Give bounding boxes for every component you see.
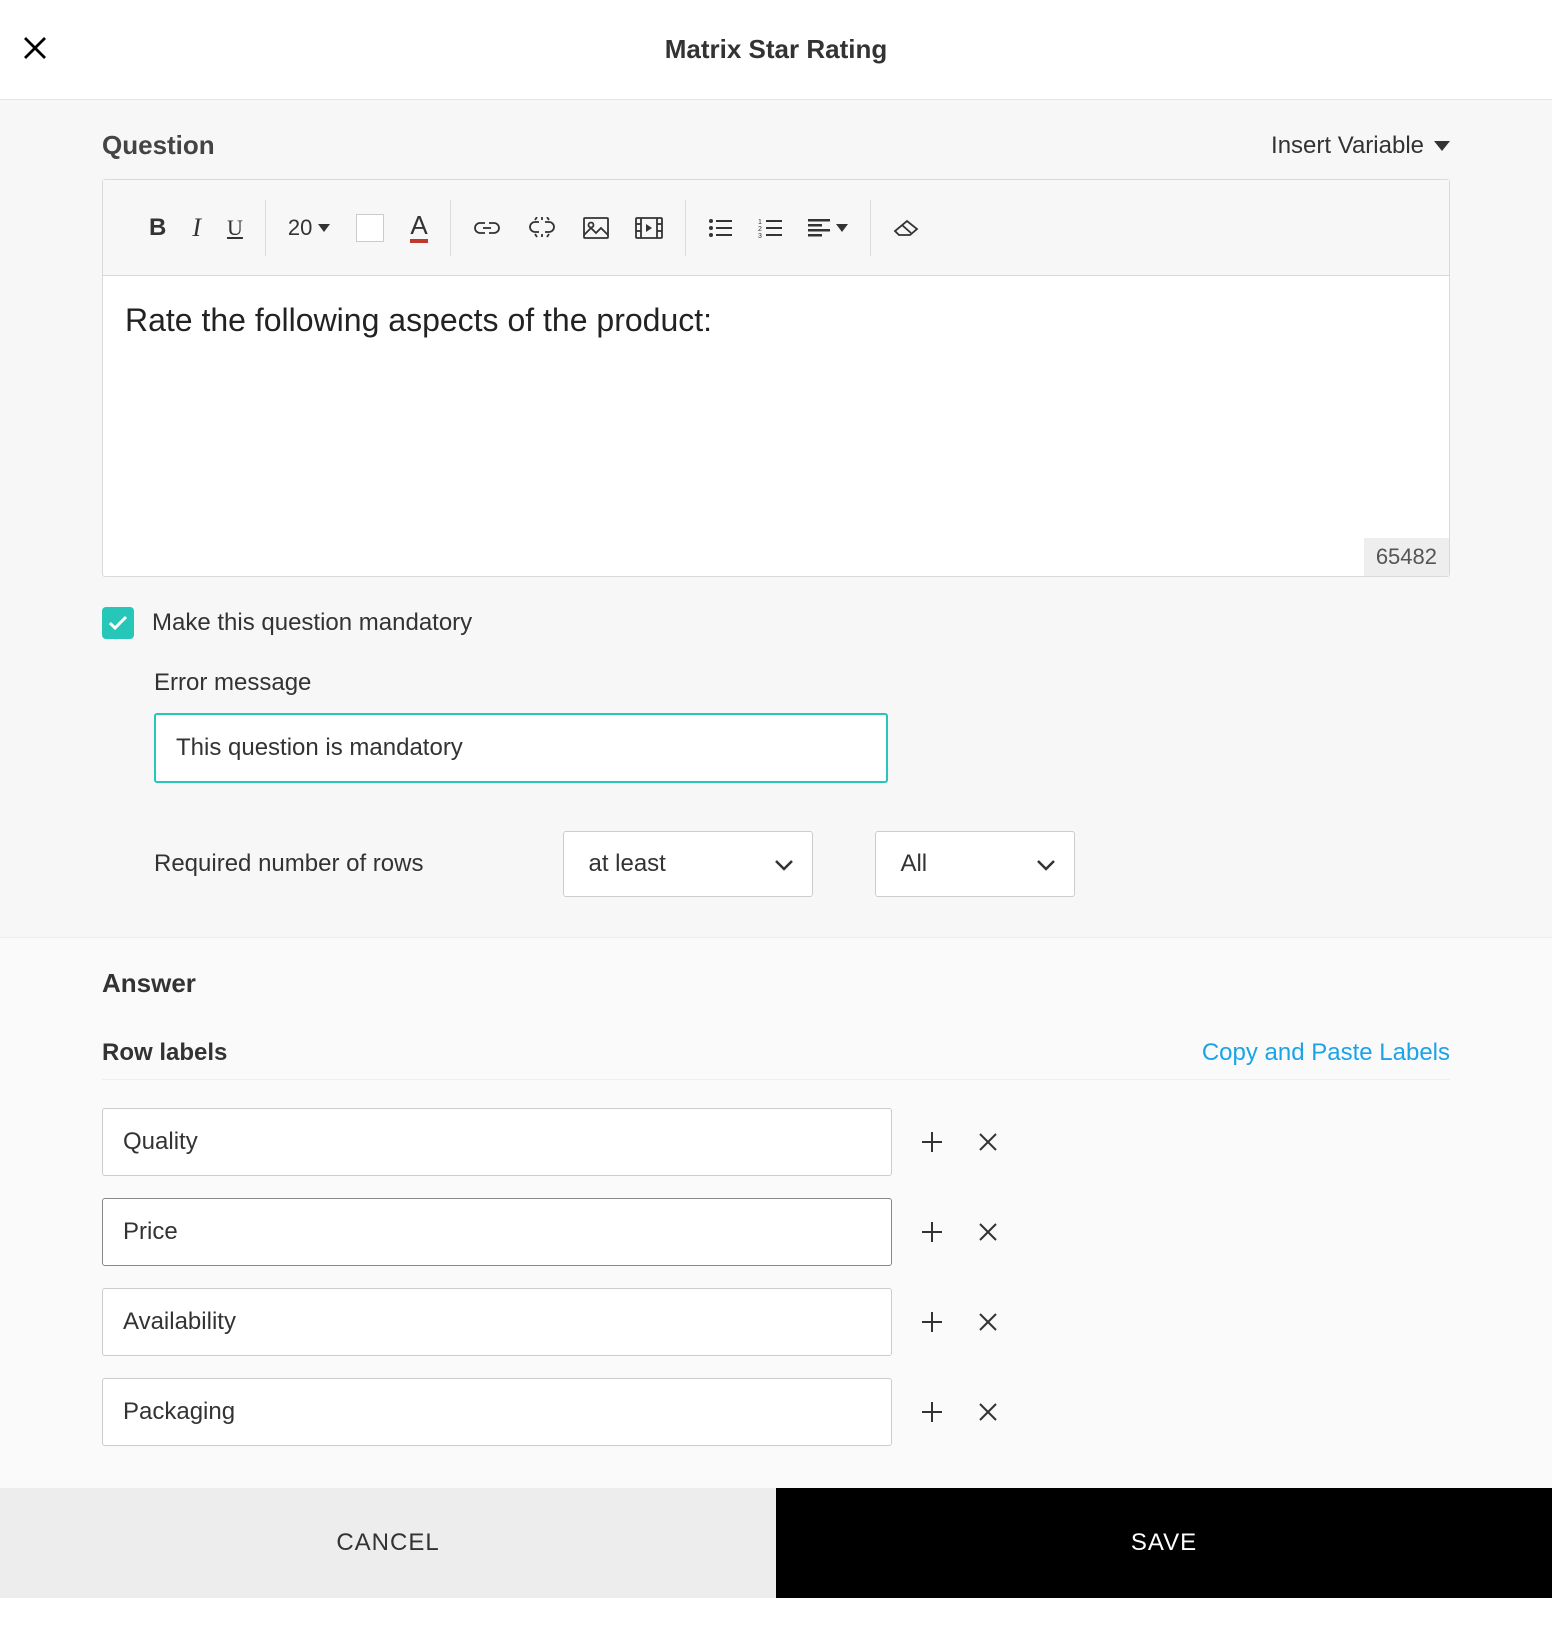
ordered-list-button[interactable]: 123 [758, 218, 782, 238]
check-icon [108, 615, 128, 631]
svg-text:3: 3 [758, 233, 762, 238]
underline-button[interactable]: U [227, 215, 243, 241]
close-icon [977, 1221, 999, 1243]
add-row-button[interactable] [916, 1396, 948, 1428]
plus-icon [920, 1130, 944, 1154]
align-button[interactable] [808, 219, 848, 237]
remove-row-button[interactable] [972, 1216, 1004, 1248]
remove-row-button[interactable] [972, 1126, 1004, 1158]
row-label-input[interactable] [102, 1198, 892, 1266]
eraser-icon [893, 219, 919, 237]
question-label: Question [102, 130, 215, 161]
error-message-label: Error message [154, 669, 1450, 697]
plus-icon [920, 1310, 944, 1334]
answer-section: Answer Row labels Copy and Paste Labels [0, 937, 1552, 1488]
align-icon [808, 219, 830, 237]
unordered-list-button[interactable] [708, 218, 732, 238]
image-button[interactable] [583, 217, 609, 239]
plus-icon [920, 1220, 944, 1244]
required-rows-label: Required number of rows [154, 850, 423, 878]
unlink-icon [527, 217, 557, 239]
row-label-item [102, 1108, 1450, 1176]
mandatory-checkbox[interactable] [102, 607, 134, 639]
unlink-button[interactable] [527, 217, 557, 239]
insert-variable-dropdown[interactable]: Insert Variable [1271, 132, 1450, 160]
close-icon [977, 1311, 999, 1333]
row-label-input[interactable] [102, 1108, 892, 1176]
add-row-button[interactable] [916, 1216, 948, 1248]
add-row-button[interactable] [916, 1126, 948, 1158]
modal-header: Matrix Star Rating [0, 0, 1552, 100]
clear-format-button[interactable] [893, 219, 919, 237]
image-icon [583, 217, 609, 239]
rich-text-editor: B I U 20 A [102, 179, 1450, 577]
character-count: 65482 [1364, 538, 1449, 576]
close-icon [20, 33, 50, 63]
row-labels-title: Row labels [102, 1039, 227, 1067]
required-rows-count-select[interactable]: All [875, 831, 1075, 897]
chevron-down-icon [1036, 859, 1056, 871]
question-section: Question Insert Variable B I U 20 A [0, 100, 1552, 937]
editor-toolbar: B I U 20 A [103, 180, 1449, 276]
modal-footer: CANCEL SAVE [0, 1488, 1552, 1598]
svg-text:1: 1 [758, 219, 762, 226]
cancel-button[interactable]: CANCEL [0, 1488, 776, 1598]
link-button[interactable] [473, 218, 501, 238]
remove-row-button[interactable] [972, 1306, 1004, 1338]
copy-paste-labels-link[interactable]: Copy and Paste Labels [1202, 1039, 1450, 1067]
close-button[interactable] [15, 28, 55, 68]
video-icon [635, 217, 663, 239]
error-message-input[interactable] [154, 713, 888, 783]
link-icon [473, 218, 501, 238]
background-color-button[interactable] [356, 214, 384, 242]
caret-down-icon [318, 224, 330, 232]
row-label-input[interactable] [102, 1378, 892, 1446]
remove-row-button[interactable] [972, 1396, 1004, 1428]
font-size-select[interactable]: 20 [288, 215, 330, 241]
mandatory-label: Make this question mandatory [152, 609, 472, 637]
close-icon [977, 1131, 999, 1153]
text-color-button[interactable]: A [410, 212, 427, 243]
row-label-item [102, 1198, 1450, 1266]
modal-title: Matrix Star Rating [0, 34, 1552, 65]
row-label-item [102, 1288, 1450, 1356]
caret-down-icon [1434, 141, 1450, 151]
italic-button[interactable]: I [192, 213, 201, 243]
close-icon [977, 1401, 999, 1423]
insert-variable-label: Insert Variable [1271, 132, 1424, 160]
row-label-input[interactable] [102, 1288, 892, 1356]
bold-button[interactable]: B [149, 214, 166, 242]
add-row-button[interactable] [916, 1306, 948, 1338]
question-text-input[interactable]: Rate the following aspects of the produc… [103, 276, 1449, 576]
caret-down-icon [836, 224, 848, 232]
required-rows-condition-select[interactable]: at least [563, 831, 813, 897]
ordered-list-icon: 123 [758, 218, 782, 238]
row-label-item [102, 1378, 1450, 1446]
plus-icon [920, 1400, 944, 1424]
svg-text:2: 2 [758, 226, 762, 233]
chevron-down-icon [774, 859, 794, 871]
unordered-list-icon [708, 218, 732, 238]
video-button[interactable] [635, 217, 663, 239]
save-button[interactable]: SAVE [776, 1488, 1552, 1598]
answer-label: Answer [102, 968, 1450, 999]
